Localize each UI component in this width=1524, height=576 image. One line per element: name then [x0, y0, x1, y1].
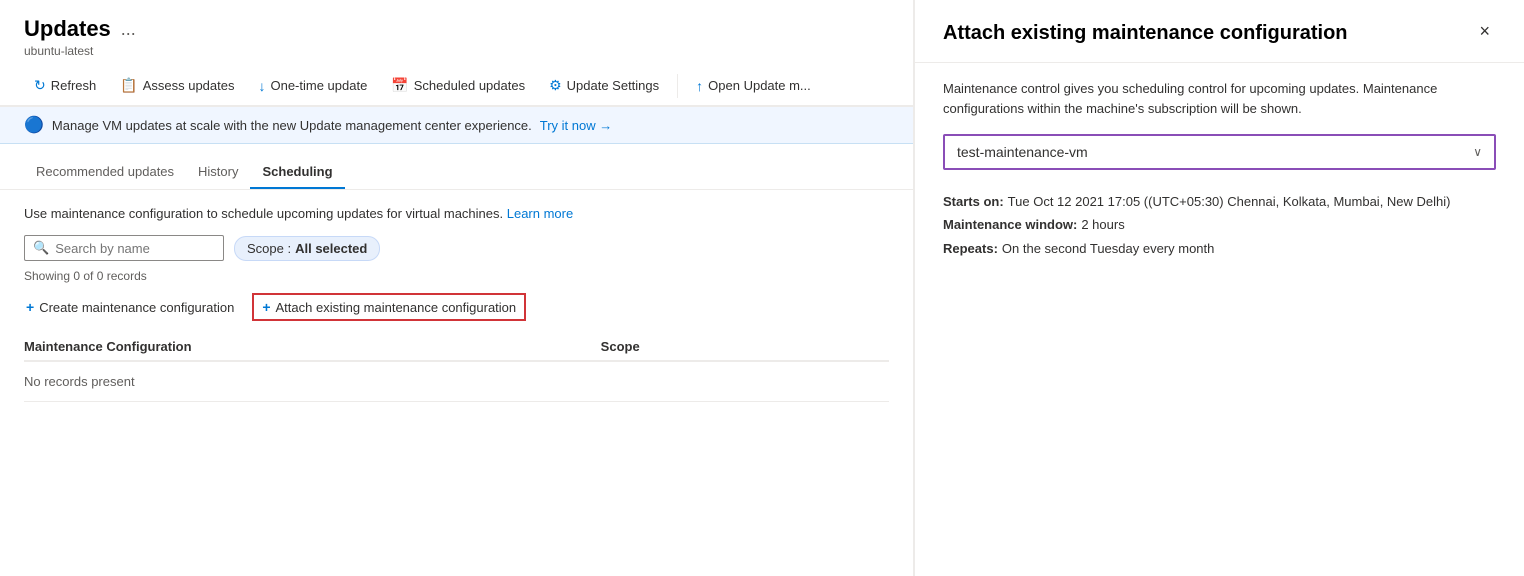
assess-label: Assess updates — [143, 78, 235, 93]
open-update-button[interactable]: ↑ Open Update m... — [686, 73, 821, 99]
search-icon: 🔍 — [33, 240, 49, 256]
assess-updates-button[interactable]: 📋 Assess updates — [110, 72, 244, 99]
starts-on-label: Starts on: — [943, 190, 1004, 213]
window-value: 2 hours — [1081, 213, 1124, 236]
repeats-value: On the second Tuesday every month — [1002, 237, 1214, 260]
page-ellipsis[interactable]: ... — [121, 19, 136, 40]
scope-button[interactable]: Scope : All selected — [234, 236, 380, 261]
banner: 🔵 Manage VM updates at scale with the ne… — [0, 107, 913, 144]
table-empty-message: No records present — [24, 362, 889, 402]
search-input[interactable] — [55, 241, 215, 256]
toolbar: ↻ Refresh 📋 Assess updates ↓ One-time up… — [0, 66, 913, 107]
starts-on-row: Starts on: Tue Oct 12 2021 17:05 ((UTC+0… — [943, 190, 1496, 213]
filter-row: 🔍 Scope : All selected — [24, 235, 889, 261]
assess-icon: 📋 — [120, 77, 137, 94]
one-time-label: One-time update — [270, 78, 367, 93]
settings-label: Update Settings — [567, 78, 660, 93]
col-scope-header: Scope — [601, 339, 889, 354]
maintenance-dropdown[interactable]: test-maintenance-vm ∨ — [943, 134, 1496, 170]
toolbar-divider — [677, 74, 678, 98]
table-header: Maintenance Configuration Scope — [24, 333, 889, 362]
dropdown-container: test-maintenance-vm ∨ — [943, 134, 1496, 170]
action-row: + Create maintenance configuration + Att… — [24, 293, 889, 321]
panel-divider — [915, 62, 1524, 63]
attach-plus-icon: + — [262, 299, 270, 315]
starts-on-value: Tue Oct 12 2021 17:05 ((UTC+05:30) Chenn… — [1008, 190, 1451, 213]
create-maintenance-button[interactable]: + Create maintenance configuration — [24, 295, 236, 319]
tabs: Recommended updates History Scheduling — [0, 156, 913, 190]
update-settings-button[interactable]: ⚙ Update Settings — [539, 72, 669, 99]
scheduled-updates-button[interactable]: 📅 Scheduled updates — [381, 72, 535, 99]
attach-btn-label: Attach existing maintenance configuratio… — [276, 300, 517, 315]
panel-header: Attach existing maintenance configuratio… — [943, 20, 1496, 46]
refresh-label: Refresh — [51, 78, 97, 93]
scheduled-label: Scheduled updates — [414, 78, 525, 93]
settings-icon: ⚙ — [549, 77, 562, 94]
desc-text: Use maintenance configuration to schedul… — [24, 206, 503, 221]
banner-text: Manage VM updates at scale with the new … — [52, 118, 532, 133]
window-row: Maintenance window: 2 hours — [943, 213, 1496, 236]
one-time-update-button[interactable]: ↓ One-time update — [248, 73, 377, 99]
tab-history[interactable]: History — [186, 156, 250, 189]
panel-title: Attach existing maintenance configuratio… — [943, 20, 1473, 46]
panel-close-button[interactable]: × — [1473, 20, 1496, 42]
search-box[interactable]: 🔍 — [24, 235, 224, 261]
open-update-icon: ↑ — [696, 78, 703, 94]
chevron-down-icon: ∨ — [1473, 145, 1482, 159]
tab-scheduling[interactable]: Scheduling — [250, 156, 344, 189]
right-panel: Attach existing maintenance configuratio… — [914, 0, 1524, 576]
repeats-row: Repeats: On the second Tuesday every mon… — [943, 237, 1496, 260]
panel-description: Maintenance control gives you scheduling… — [943, 79, 1496, 118]
create-plus-icon: + — [26, 299, 34, 315]
one-time-icon: ↓ — [258, 78, 265, 94]
page-title: Updates — [24, 16, 111, 42]
page-subtitle: ubuntu-latest — [24, 44, 889, 58]
attach-maintenance-button[interactable]: + Attach existing maintenance configurat… — [252, 293, 526, 321]
page-title-row: Updates ... — [24, 16, 889, 42]
window-label: Maintenance window: — [943, 213, 1077, 236]
dropdown-value: test-maintenance-vm — [957, 144, 1088, 160]
refresh-icon: ↻ — [34, 77, 46, 94]
content-area: Use maintenance configuration to schedul… — [0, 190, 913, 576]
details-section: Starts on: Tue Oct 12 2021 17:05 ((UTC+0… — [943, 190, 1496, 260]
scope-value: All selected — [295, 241, 367, 256]
open-update-label: Open Update m... — [708, 78, 811, 93]
create-btn-label: Create maintenance configuration — [39, 300, 234, 315]
banner-link[interactable]: Try it now → — [540, 118, 612, 133]
refresh-button[interactable]: ↻ Refresh — [24, 72, 106, 99]
page-header: Updates ... ubuntu-latest — [0, 0, 913, 66]
scheduled-icon: 📅 — [391, 77, 408, 94]
records-count: Showing 0 of 0 records — [24, 269, 889, 283]
banner-icon: 🔵 — [24, 115, 44, 135]
repeats-label: Repeats: — [943, 237, 998, 260]
col-config-header: Maintenance Configuration — [24, 339, 601, 354]
tab-recommended[interactable]: Recommended updates — [24, 156, 186, 189]
learn-more-link[interactable]: Learn more — [507, 206, 573, 221]
left-panel: Updates ... ubuntu-latest ↻ Refresh 📋 As… — [0, 0, 914, 576]
scope-label: Scope : — [247, 241, 291, 256]
content-description: Use maintenance configuration to schedul… — [24, 206, 889, 221]
